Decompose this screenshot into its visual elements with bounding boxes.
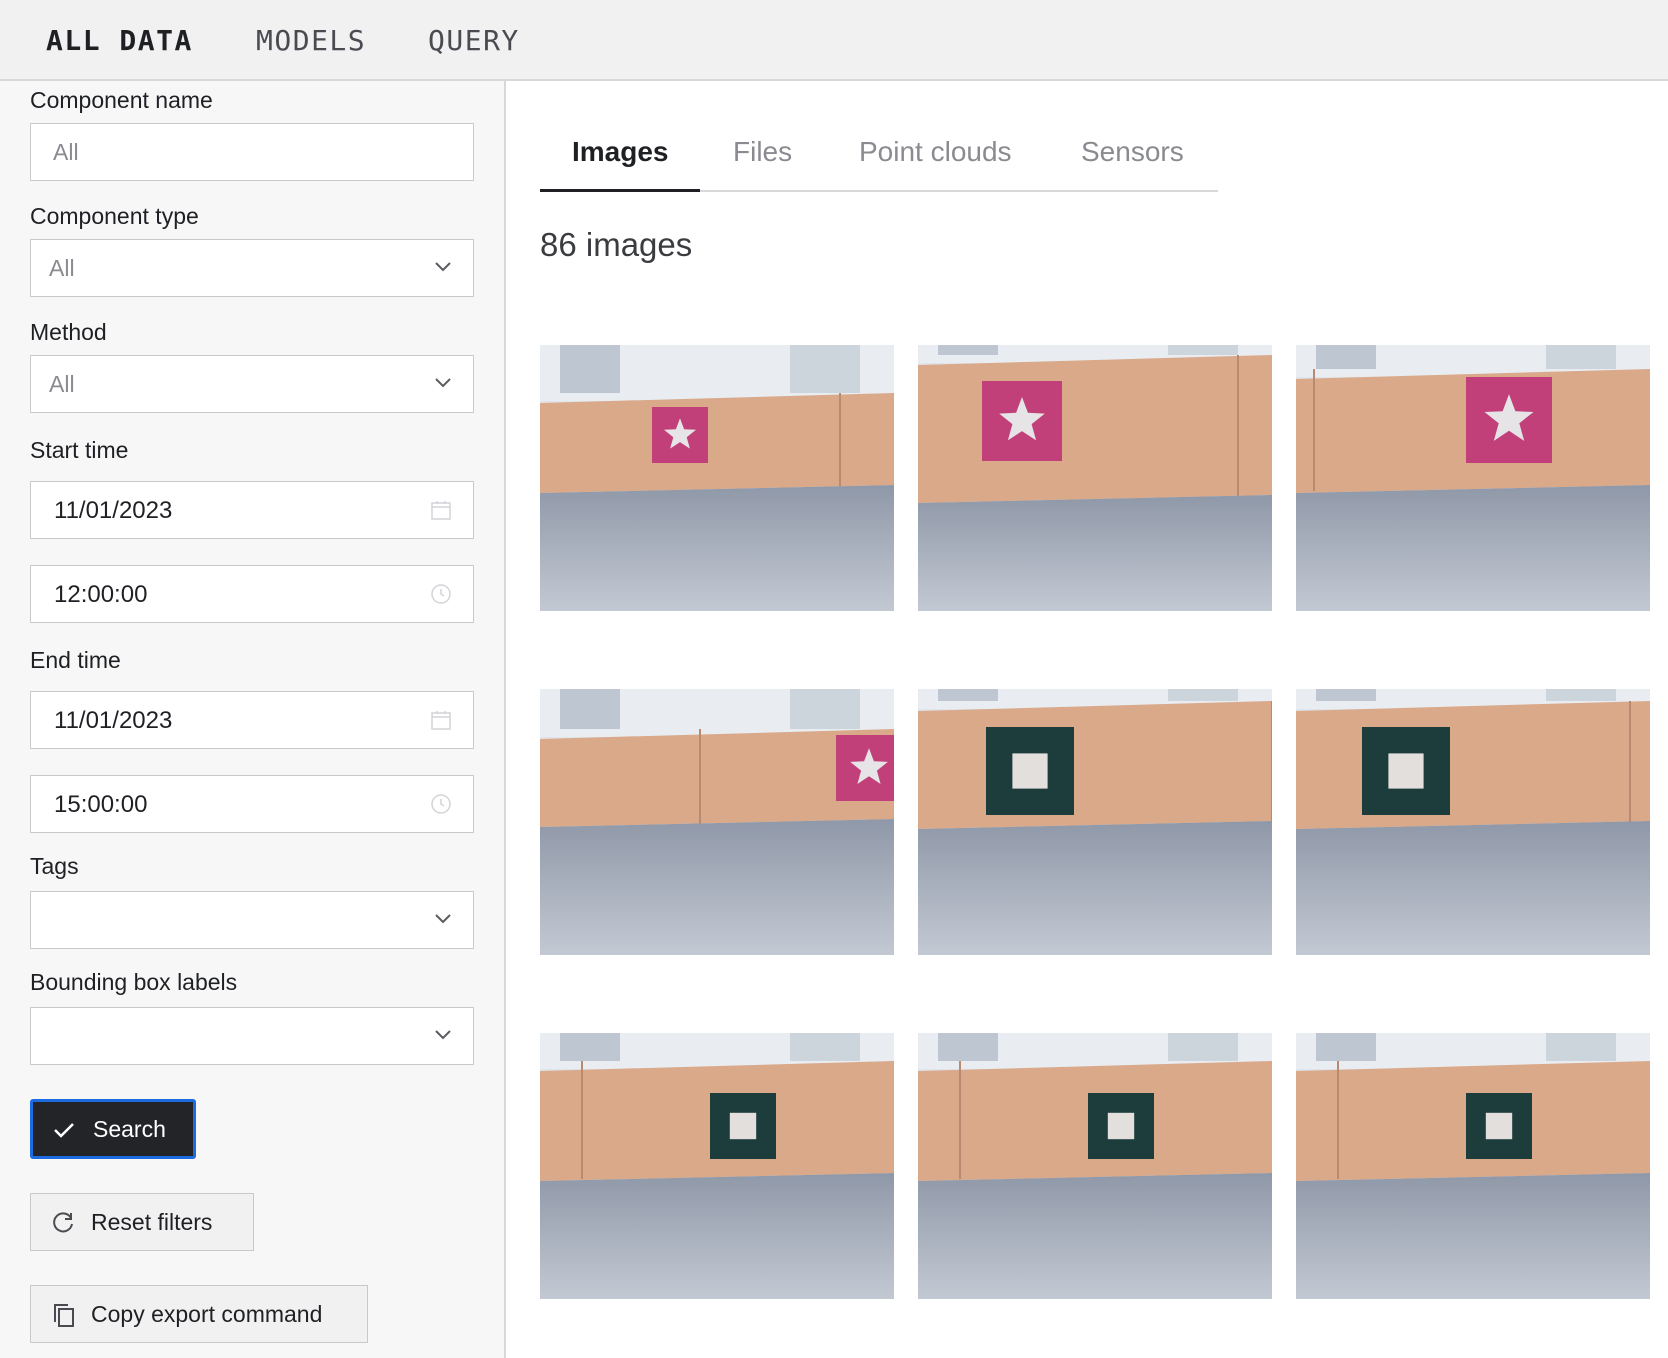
image-thumbnail[interactable] xyxy=(540,1033,894,1299)
search-button[interactable]: Search xyxy=(30,1099,196,1159)
chevron-down-icon xyxy=(435,378,451,388)
method-value: All xyxy=(49,371,75,397)
calendar-icon[interactable] xyxy=(429,498,453,522)
reset-filters-label: Reset filters xyxy=(91,1209,213,1235)
component-type-value: All xyxy=(49,255,75,281)
start-time-value: 12:00:00 xyxy=(54,581,148,608)
end-time-input[interactable]: 15:00:00 xyxy=(30,775,474,833)
method-label: Method xyxy=(30,319,107,345)
component-type-select[interactable]: All xyxy=(30,239,474,297)
end-date-value: 11/01/2023 xyxy=(54,707,173,734)
end-date-input[interactable]: 11/01/2023 xyxy=(30,691,474,749)
start-date-value: 11/01/2023 xyxy=(54,497,173,524)
bbox-labels-select[interactable] xyxy=(30,1007,474,1065)
image-thumbnail[interactable] xyxy=(1296,345,1650,611)
image-thumbnail[interactable] xyxy=(540,689,894,955)
tags-select[interactable] xyxy=(30,891,474,949)
filter-sidebar: Component name All Component type All Me… xyxy=(0,81,506,1358)
image-thumbnail[interactable] xyxy=(1296,1033,1650,1299)
copy-export-command-label: Copy export command xyxy=(91,1301,323,1327)
start-time-input[interactable]: 12:00:00 xyxy=(30,565,474,623)
copy-icon xyxy=(54,1304,74,1327)
component-name-placeholder: All xyxy=(53,139,79,165)
component-type-label: Component type xyxy=(30,203,199,229)
tab-sensors[interactable]: Sensors xyxy=(1081,136,1184,168)
refresh-icon xyxy=(53,1212,73,1233)
chevron-down-icon xyxy=(435,1030,451,1040)
image-count: 86 images xyxy=(540,226,693,263)
calendar-icon[interactable] xyxy=(429,708,453,732)
active-tab-indicator xyxy=(540,189,700,192)
component-name-label: Component name xyxy=(30,87,213,113)
image-thumbnail[interactable] xyxy=(918,1033,1272,1299)
image-thumbnail[interactable] xyxy=(918,345,1272,611)
method-select[interactable]: All xyxy=(30,355,474,413)
end-time-label: End time xyxy=(30,647,121,673)
nav-models[interactable]: MODELS xyxy=(256,24,366,57)
reset-filters-button[interactable]: Reset filters xyxy=(30,1193,254,1251)
tab-point-clouds[interactable]: Point clouds xyxy=(859,136,1012,168)
copy-export-command-button[interactable]: Copy export command xyxy=(30,1285,368,1343)
nav-query[interactable]: QUERY xyxy=(428,24,520,57)
start-time-label: Start time xyxy=(30,437,129,463)
check-icon xyxy=(54,1123,74,1138)
end-time-value: 15:00:00 xyxy=(54,791,148,818)
tab-files[interactable]: Files xyxy=(733,136,792,168)
clock-icon[interactable] xyxy=(429,792,453,816)
search-button-label: Search xyxy=(93,1116,166,1142)
data-type-tabs: Images Files Point clouds Sensors xyxy=(540,120,1218,192)
bbox-labels-label: Bounding box labels xyxy=(30,969,238,995)
chevron-down-icon xyxy=(435,262,451,272)
nav-all-data[interactable]: ALL DATA xyxy=(46,24,193,57)
start-date-input[interactable]: 11/01/2023 xyxy=(30,481,474,539)
image-thumbnail[interactable] xyxy=(1296,689,1650,955)
tags-label: Tags xyxy=(30,853,79,879)
clock-icon[interactable] xyxy=(429,582,453,606)
image-thumbnail[interactable] xyxy=(918,689,1272,955)
component-name-input[interactable]: All xyxy=(30,123,474,181)
top-nav: ALL DATA MODELS QUERY xyxy=(0,0,1668,81)
chevron-down-icon xyxy=(435,914,451,924)
tab-images[interactable]: Images xyxy=(572,136,669,168)
image-thumbnail[interactable] xyxy=(540,345,894,611)
